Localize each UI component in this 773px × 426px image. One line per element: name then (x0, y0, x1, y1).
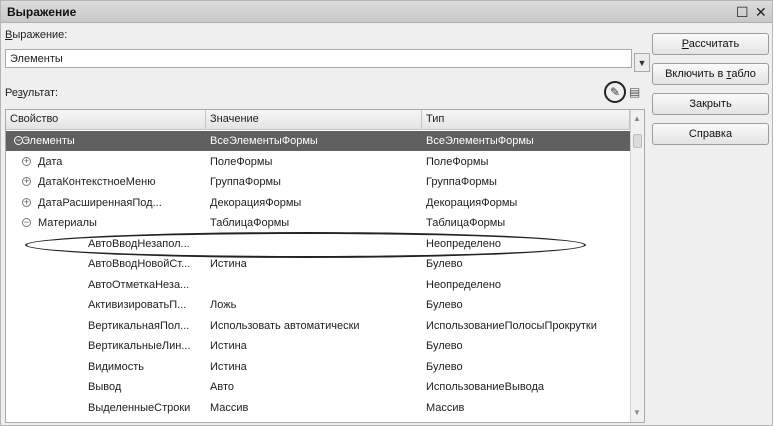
cell-value: Истина (210, 360, 247, 373)
cell-value (210, 275, 420, 295)
table-row[interactable]: + Дата ПолеФормы ПолеФормы (6, 152, 630, 172)
window-title: Выражение (7, 5, 77, 19)
expand-icon[interactable]: + (22, 156, 31, 166)
table-row[interactable]: Видимость Истина Булево (6, 357, 630, 377)
header-property[interactable]: Свойство (6, 110, 206, 130)
result-table[interactable]: Свойство Значение Тип − Элементы ВсеЭлемен… (5, 109, 645, 423)
cell-property: ДатаРасширеннаяПод... (38, 196, 162, 209)
cell-value: Использовать автоматически (210, 319, 360, 332)
help-button[interactable]: Справка (652, 123, 769, 145)
cell-property: ДатаКонтекстноеМеню (38, 176, 156, 188)
cell-type: ИспользованиеВывода (426, 381, 544, 393)
cell-type: Булево (426, 258, 463, 270)
cell-type: Булево (426, 340, 463, 352)
table-row[interactable]: АктивизироватьП... Ложь Булево (6, 295, 630, 315)
expression-input[interactable]: Элементы (5, 49, 632, 68)
cell-type: ИспользованиеПолосыПрокрутки (426, 319, 597, 332)
calculate-button[interactable]: Рассчитать (652, 33, 769, 55)
header-value[interactable]: Значение (206, 110, 422, 130)
include-in-table-button[interactable]: Включить в табло (652, 63, 769, 85)
table-row[interactable]: ВыделенныеСтроки Массив Массив (6, 398, 630, 418)
cell-property: ВыделенныеСтроки (88, 401, 191, 414)
cell-value: ГруппаФормы (210, 176, 281, 188)
cell-type: Булево (426, 299, 463, 311)
table-row[interactable]: Вывод Авто ИспользованиеВывода (6, 377, 630, 397)
cell-type: ТаблицаФормы (426, 217, 506, 229)
table-row[interactable]: − Материалы ТаблицаФормы ТаблицаФормы (6, 213, 630, 233)
close-button[interactable]: Закрыть (652, 93, 769, 115)
cell-value: Истина (210, 340, 247, 352)
chevron-down-icon[interactable]: ▼ (634, 53, 650, 72)
cell-type: Булево (426, 360, 463, 373)
header-type[interactable]: Тип (422, 110, 630, 130)
expand-icon[interactable]: + (22, 197, 31, 207)
scroll-up-icon[interactable]: ▲ (633, 114, 641, 123)
cell-property: АвтоВводНовойСт... (88, 258, 191, 270)
title-bar: Выражение ☐ ✕ (1, 1, 772, 23)
close-icon[interactable]: ✕ (755, 4, 767, 20)
table-output-icon[interactable]: ▤ (629, 85, 643, 99)
cell-property: АвтоОтметкаНеза... (88, 278, 190, 291)
pencil-icon[interactable]: ✎ (604, 81, 626, 103)
cell-type: ВсеЭлементыФормы (426, 135, 534, 147)
table-row[interactable]: ВертикальныеЛин... Истина Булево (6, 336, 630, 356)
scroll-down-icon[interactable]: ▼ (633, 408, 641, 417)
collapse-icon[interactable]: − (22, 218, 31, 227)
vertical-scrollbar[interactable]: ▲ ▼ (630, 110, 644, 422)
table-row[interactable]: − Элементы ВсеЭлементыФормы ВсеЭлементыФорм… (6, 131, 630, 151)
result-label: Результат: (5, 87, 59, 99)
cell-property: Материалы (38, 217, 97, 229)
cell-property: АктивизироватьП... (88, 299, 187, 311)
cell-value: Авто (210, 381, 234, 393)
cell-value: ТаблицаФормы (210, 217, 290, 229)
cell-property: ВертикальныеЛин... (88, 340, 191, 352)
cell-value: ДекорацияФормы (210, 196, 302, 209)
expression-value: Элементы (10, 53, 63, 65)
cell-value: Массив (210, 401, 249, 414)
cell-property: ВертикальнаяПол... (88, 319, 190, 332)
cell-type: ГруппаФормы (426, 176, 497, 188)
cell-value: ВсеЭлементыФормы (210, 135, 318, 147)
cell-property: Видимость (88, 360, 144, 373)
expand-icon[interactable]: + (22, 177, 31, 186)
cell-type: Массив (426, 401, 465, 414)
scroll-thumb[interactable] (633, 134, 642, 148)
highlight-ellipse (25, 232, 586, 258)
table-row[interactable]: АвтоОтметкаНеза... Неопределено (6, 275, 630, 295)
expression-label: Выражение: (5, 29, 68, 41)
table-row[interactable]: + ДатаРасширеннаяПод... ДекорацияФормы Деко… (6, 193, 630, 213)
cell-type: ПолеФормы (426, 155, 489, 168)
expression-window: Выражение ☐ ✕ Выражение: Элементы ▼ Резу… (0, 0, 773, 426)
table-header: Свойство Значение Тип (6, 110, 630, 130)
cell-property: Вывод (88, 381, 122, 393)
cell-type: Неопределено (426, 278, 502, 291)
cell-value: Ложь (210, 299, 237, 311)
table-row[interactable]: ВертикальнаяПол... Использовать автоматич… (6, 316, 630, 336)
table-row[interactable]: + ДатаКонтекстноеМеню ГруппаФормы ГруппаФор… (6, 172, 630, 192)
cell-property: Дата (38, 155, 63, 168)
cell-property: Элементы (22, 135, 75, 147)
maximize-icon[interactable]: ☐ (736, 4, 749, 20)
cell-type: ДекорацияФормы (426, 196, 518, 209)
cell-value: ПолеФормы (210, 155, 273, 168)
